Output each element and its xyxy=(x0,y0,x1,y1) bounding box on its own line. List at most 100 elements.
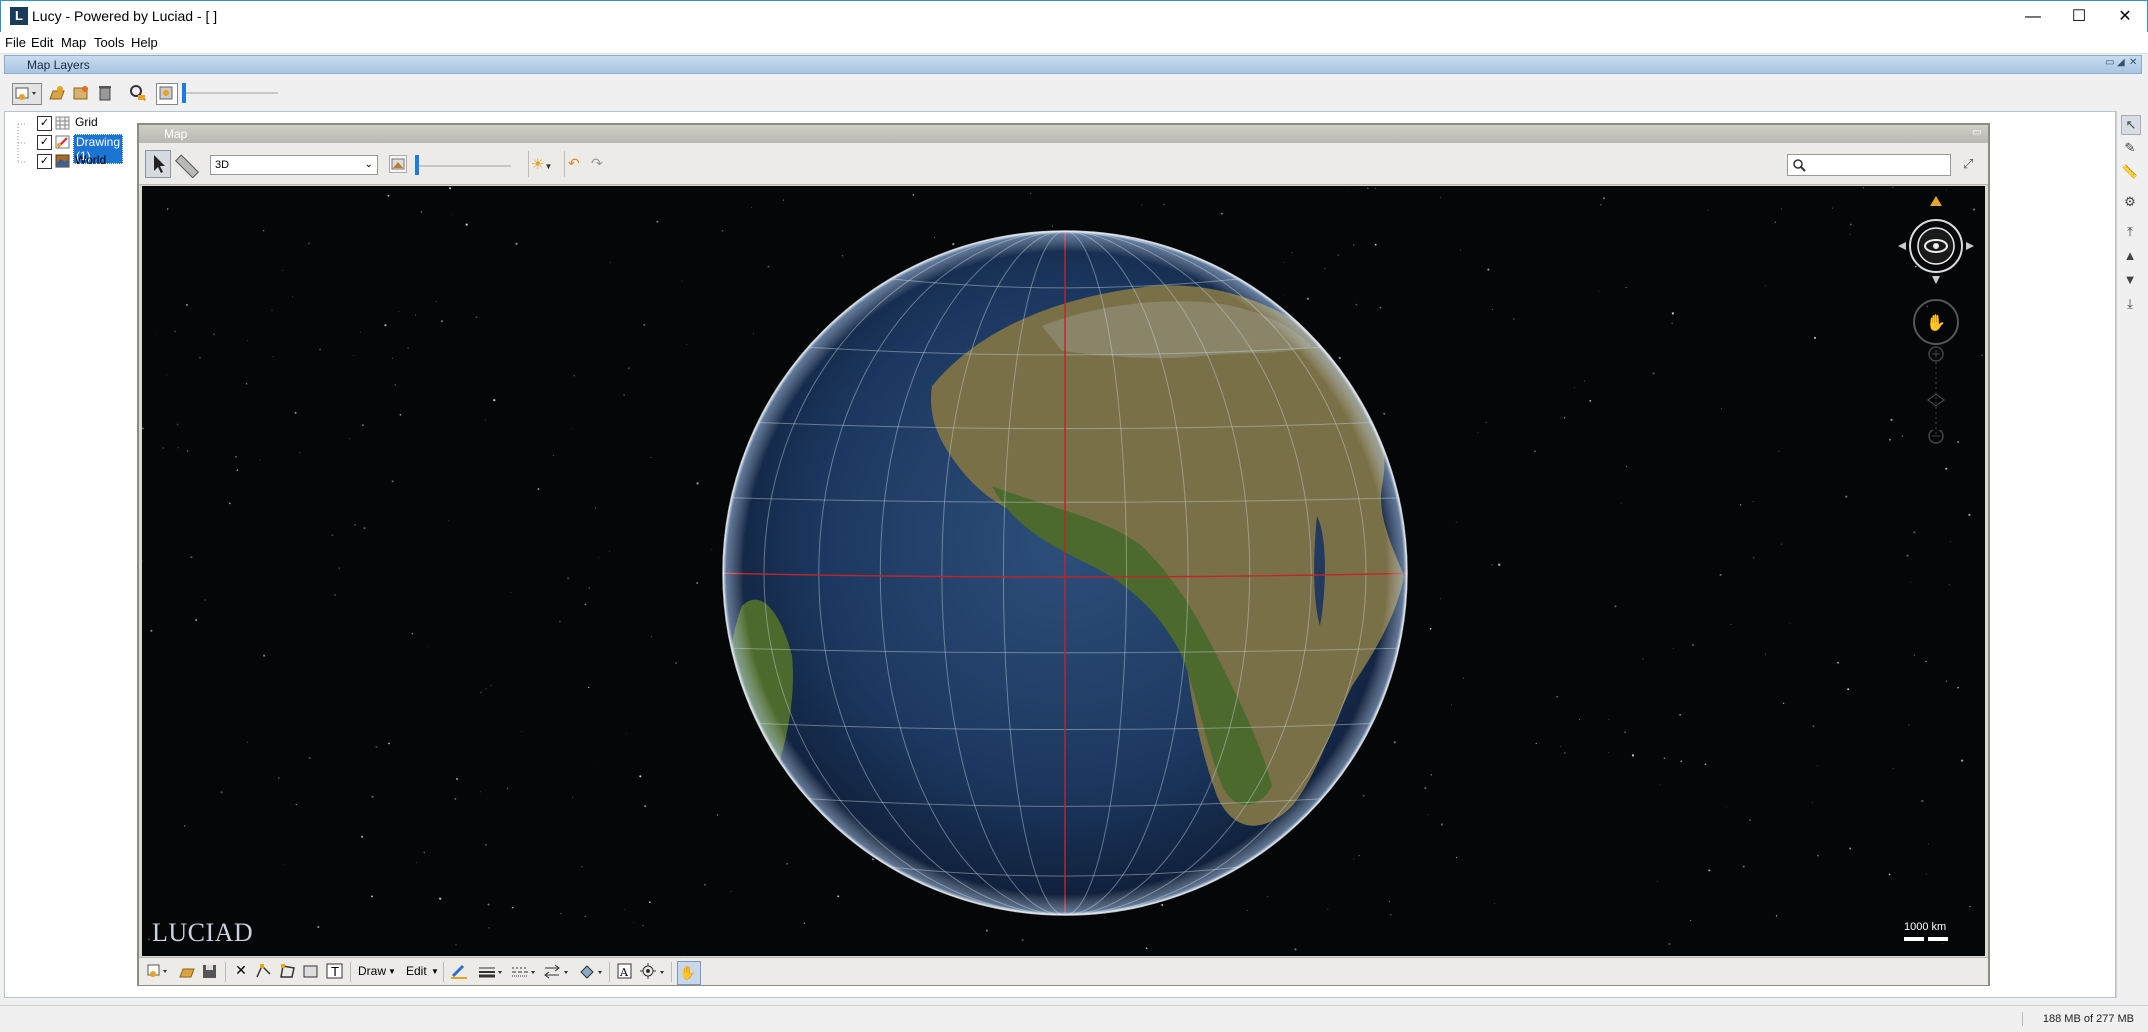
add-layer-dropdown-icon[interactable] xyxy=(12,83,42,105)
redo-icon[interactable]: ↷ xyxy=(591,155,609,173)
move-to-top-icon[interactable]: ⤒ xyxy=(2121,223,2139,241)
zoom-out-control[interactable] xyxy=(1894,430,1978,450)
polyline-tool-icon[interactable] xyxy=(254,962,274,982)
star xyxy=(581,866,583,868)
line-color-icon[interactable] xyxy=(449,962,469,982)
star xyxy=(1811,802,1813,803)
menu-edit[interactable]: Edit xyxy=(31,35,53,50)
select-mode-icon[interactable]: ↖ xyxy=(2121,115,2141,135)
menu-help[interactable]: Help xyxy=(131,35,158,50)
menu-file[interactable]: File xyxy=(5,35,26,50)
elevation-slider[interactable] xyxy=(415,165,511,167)
menu-tools[interactable]: Tools xyxy=(94,35,124,50)
fill-color-icon[interactable] xyxy=(577,962,605,982)
toolbar-separator xyxy=(671,962,672,982)
save-layer-icon[interactable] xyxy=(71,83,91,103)
layer-visibility-checkbox[interactable]: ✓ xyxy=(37,116,52,131)
open-layer-icon[interactable] xyxy=(47,83,67,103)
layer-visibility-checkbox[interactable]: ✓ xyxy=(37,135,52,150)
star xyxy=(204,599,206,601)
pan-mode-hand-icon[interactable]: ✋ xyxy=(677,961,701,985)
zoom-slider-thumb[interactable] xyxy=(1927,393,1945,407)
star xyxy=(375,745,378,748)
move-to-bottom-icon[interactable]: ⤓ xyxy=(2121,295,2139,313)
star xyxy=(1948,584,1950,586)
star xyxy=(391,480,394,483)
layer-transparency-slider-thumb[interactable] xyxy=(182,83,186,103)
star xyxy=(1362,794,1365,797)
text-style-icon[interactable]: A xyxy=(615,962,635,982)
close-button[interactable]: ✕ xyxy=(2102,1,2148,32)
search-input[interactable] xyxy=(1787,154,1951,176)
star xyxy=(1849,234,1851,235)
fullscreen-icon[interactable]: ⤢ xyxy=(1963,156,1979,172)
star xyxy=(1679,714,1681,716)
svg-text:A: A xyxy=(619,966,629,979)
lighting-sun-icon[interactable]: ☀▼ xyxy=(531,155,557,175)
star xyxy=(174,330,176,333)
fit-to-layer-icon[interactable] xyxy=(128,83,148,103)
menu-map[interactable]: Map xyxy=(61,35,86,50)
line-style-icon[interactable] xyxy=(510,962,538,982)
star xyxy=(361,835,364,838)
move-down-icon[interactable]: ▼ xyxy=(2121,271,2139,289)
polygon-tool-icon[interactable] xyxy=(278,962,298,982)
star xyxy=(1765,653,1766,655)
line-ends-icon[interactable] xyxy=(543,962,571,982)
delete-shape-icon[interactable]: ✕ xyxy=(231,962,251,982)
rectangle-tool-icon[interactable] xyxy=(301,962,321,982)
new-shape-dropdown-icon[interactable] xyxy=(145,962,171,982)
star xyxy=(623,394,625,396)
star xyxy=(1656,880,1658,882)
open-drawing-icon[interactable] xyxy=(177,962,197,982)
star xyxy=(596,766,598,768)
star xyxy=(1837,661,1840,664)
snapping-icon[interactable] xyxy=(639,962,667,982)
toolbar-separator xyxy=(609,962,610,982)
select-tool-icon[interactable] xyxy=(145,150,171,178)
star xyxy=(247,340,249,342)
star xyxy=(584,603,587,606)
panel-pin-icon[interactable]: ◢ xyxy=(2117,57,2125,68)
globe-view[interactable] xyxy=(142,186,1985,956)
move-up-icon[interactable]: ▲ xyxy=(2121,247,2139,265)
layer-settings-icon[interactable]: ⚙ xyxy=(2121,193,2139,211)
minimize-button[interactable]: — xyxy=(2010,1,2056,32)
star xyxy=(1849,847,1852,850)
delete-layer-icon[interactable] xyxy=(95,83,115,103)
map-window-restore-icon[interactable]: ▭ xyxy=(1972,127,1981,138)
star xyxy=(841,254,844,257)
draw-menu-button[interactable]: Draw xyxy=(358,964,386,978)
star xyxy=(1498,563,1501,566)
star xyxy=(560,912,562,915)
panel-close-icon[interactable]: ✕ xyxy=(2129,57,2137,68)
line-width-icon[interactable] xyxy=(477,962,505,982)
star xyxy=(1440,823,1444,826)
scale-bar: 1000 km xyxy=(1904,921,1964,941)
ruler-tool-icon[interactable]: 📏 xyxy=(2121,163,2139,181)
star xyxy=(1780,543,1783,545)
save-drawing-icon[interactable] xyxy=(200,962,220,982)
star xyxy=(435,300,437,302)
panel-float-icon[interactable]: ▭ xyxy=(2105,57,2114,68)
maximize-button[interactable]: ☐ xyxy=(2056,1,2102,32)
star xyxy=(1626,466,1628,468)
star xyxy=(1730,623,1732,626)
ruler-measure-icon[interactable] xyxy=(174,152,200,179)
layer-visibility-checkbox[interactable]: ✓ xyxy=(37,154,52,169)
star xyxy=(1283,295,1285,297)
elevation-slider-thumb[interactable] xyxy=(415,155,419,175)
pen-tool-icon[interactable]: ✎ xyxy=(2121,139,2139,157)
view-mode-select[interactable]: 3D ⌄ xyxy=(210,155,378,175)
layer-transparency-slider[interactable] xyxy=(182,92,278,94)
map-toolbar: 3D ⌄ ☀▼ ↶ ↷ ⤢ xyxy=(139,143,1988,185)
map-canvas[interactable]: ✋ LUCIAD 1000 km xyxy=(142,186,1985,956)
star xyxy=(423,851,425,854)
star xyxy=(642,924,644,927)
text-tool-icon[interactable]: T xyxy=(325,962,345,982)
undo-icon[interactable]: ↶ xyxy=(568,155,586,173)
star xyxy=(220,791,223,794)
edit-menu-button[interactable]: Edit xyxy=(406,964,427,978)
star xyxy=(1600,204,1602,206)
navigation-controls[interactable]: ✋ xyxy=(1894,194,1978,434)
